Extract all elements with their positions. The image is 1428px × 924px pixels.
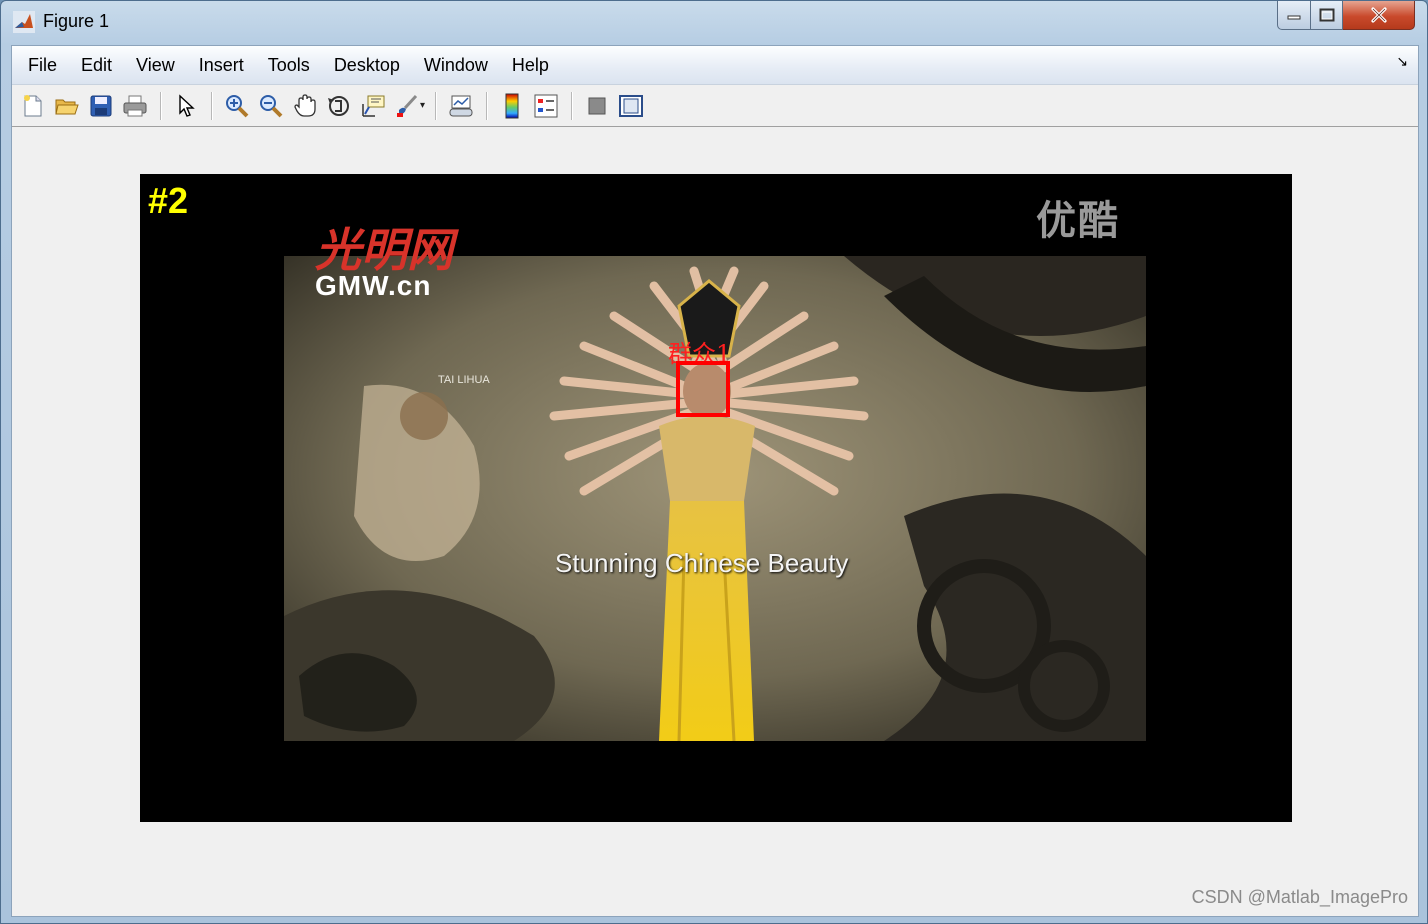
youku-watermark: 优酷	[1036, 198, 1120, 244]
close-icon	[1370, 7, 1387, 23]
figure-canvas[interactable]: #2 优酷 光明网 GMW.cn TAI LIHUA 群众1 Stunning …	[12, 127, 1418, 916]
menu-file[interactable]: File	[16, 46, 69, 85]
figure-toolbar: ▾	[12, 85, 1418, 127]
edit-plot-arrow-icon	[179, 93, 195, 117]
new-figure-icon	[24, 94, 42, 116]
maximize-icon	[1319, 8, 1334, 22]
toolbar-separator	[211, 91, 212, 120]
minimize-button[interactable]	[1277, 1, 1311, 30]
dock-figure-arrow-icon[interactable]: ↘	[1396, 54, 1408, 70]
maximize-button[interactable]	[1311, 1, 1343, 30]
new-figure-button[interactable]	[18, 91, 48, 121]
csdn-watermark: CSDN @Matlab_ImagePro	[1191, 887, 1408, 907]
sign-text: TAI LIHUA	[438, 374, 490, 386]
legend-button[interactable]	[531, 91, 561, 121]
caption-buttons	[1277, 1, 1415, 31]
open-file-icon	[55, 99, 79, 114]
menu-desktop[interactable]: Desktop	[322, 46, 412, 85]
gmw-logo-english: GMW.cn	[315, 270, 432, 301]
frame-number-label: #2	[148, 180, 189, 221]
video-frame-axes[interactable]: #2 优酷 光明网 GMW.cn TAI LIHUA 群众1 Stunning …	[140, 174, 1292, 822]
edit-plot-button[interactable]	[171, 91, 201, 121]
window-title: Figure 1	[43, 11, 110, 31]
figure-client-area: File Edit View Insert Tools Desktop Wind…	[11, 45, 1419, 917]
hide-plot-tools-button[interactable]	[582, 91, 612, 121]
menu-tools[interactable]: Tools	[256, 46, 322, 85]
open-file-button[interactable]	[52, 91, 82, 121]
colorbar-icon	[505, 93, 519, 118]
colorbar-button[interactable]	[497, 91, 527, 121]
toolbar-separator	[160, 91, 161, 120]
link-plot-icon	[449, 95, 473, 116]
matlab-icon	[13, 11, 35, 33]
toolbar-separator	[435, 91, 437, 120]
data-cursor-button[interactable]	[358, 91, 388, 121]
close-button[interactable]	[1343, 1, 1415, 30]
print-icon	[123, 95, 147, 116]
figure-window: Figure 1 File Edit View Insert Tools Des…	[0, 0, 1428, 924]
video-frame-image	[284, 256, 1146, 741]
menu-bar: File Edit View Insert Tools Desktop Wind…	[12, 46, 1418, 85]
face-detection-box	[676, 361, 730, 417]
toolbar-separator	[486, 91, 488, 120]
brush-icon	[397, 94, 418, 117]
menu-view[interactable]: View	[124, 46, 187, 85]
brush-button[interactable]	[392, 91, 422, 121]
toolbar-separator	[571, 91, 573, 120]
pan-hand-icon	[294, 93, 316, 117]
video-subtitle: Stunning Chinese Beauty	[555, 548, 849, 578]
rotate-3d-icon	[328, 95, 349, 116]
data-cursor-icon	[362, 95, 385, 117]
rotate-3d-button[interactable]	[324, 91, 354, 121]
link-plot-button[interactable]	[446, 91, 476, 121]
menu-edit[interactable]: Edit	[69, 46, 124, 85]
save-button[interactable]	[86, 91, 116, 121]
minimize-icon	[1287, 15, 1301, 20]
show-plot-tools-icon	[619, 94, 644, 117]
menu-window[interactable]: Window	[412, 46, 500, 85]
menu-insert[interactable]: Insert	[187, 46, 256, 85]
print-button[interactable]	[120, 91, 150, 121]
title-bar[interactable]: Figure 1	[1, 1, 1427, 45]
zoom-in-button[interactable]	[222, 91, 252, 121]
menu-help[interactable]: Help	[500, 46, 561, 85]
zoom-out-button[interactable]	[256, 91, 286, 121]
zoom-in-icon	[226, 94, 249, 117]
zoom-out-icon	[260, 94, 283, 117]
dancer-scene-illustration	[284, 256, 1146, 741]
save-icon	[90, 95, 112, 116]
show-plot-tools-button[interactable]	[616, 91, 646, 121]
brush-dropdown-caret[interactable]: ▾	[420, 100, 425, 111]
legend-icon	[534, 94, 558, 117]
hide-plot-tools-icon	[588, 97, 606, 114]
pan-button[interactable]	[290, 91, 320, 121]
